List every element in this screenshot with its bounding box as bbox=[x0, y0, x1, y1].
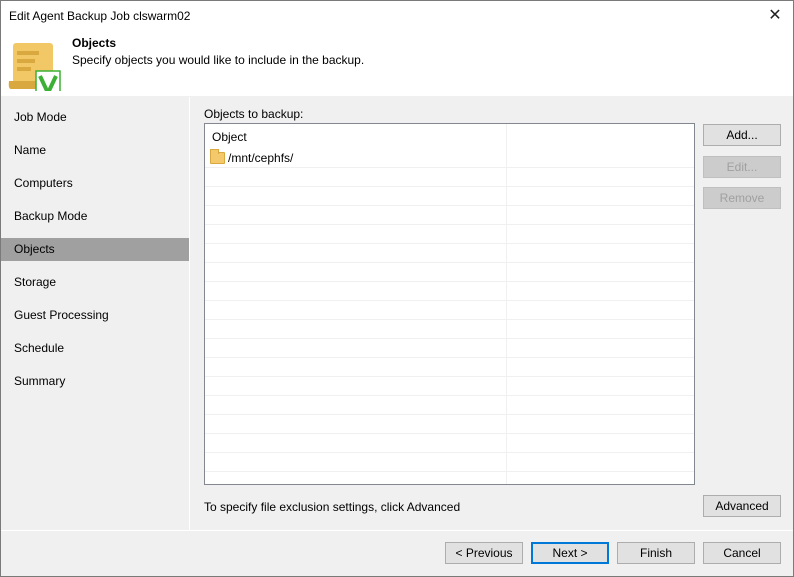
window-title: Edit Agent Backup Job clswarm02 bbox=[9, 9, 191, 23]
row-gridline bbox=[205, 471, 694, 472]
close-icon[interactable]: ✕ bbox=[763, 4, 787, 28]
remove-button[interactable]: Remove bbox=[703, 187, 781, 209]
row-gridline bbox=[205, 205, 694, 206]
footer-divider bbox=[1, 530, 793, 531]
step-objects[interactable]: Objects bbox=[1, 238, 189, 261]
cancel-button[interactable]: Cancel bbox=[703, 542, 781, 564]
row-gridline bbox=[205, 414, 694, 415]
row-gridline bbox=[205, 262, 694, 263]
title-bar: Edit Agent Backup Job clswarm02 ✕ bbox=[1, 1, 793, 31]
row-gridline bbox=[205, 243, 694, 244]
wizard-steps: Job Mode Name Computers Backup Mode Obje… bbox=[1, 97, 190, 530]
list-item[interactable]: /mnt/cephfs/ bbox=[210, 149, 294, 165]
column-divider bbox=[506, 124, 507, 484]
objects-label: Objects to backup: bbox=[204, 107, 304, 121]
step-computers[interactable]: Computers bbox=[1, 172, 189, 195]
row-gridline bbox=[205, 338, 694, 339]
row-gridline bbox=[205, 376, 694, 377]
row-gridline bbox=[205, 224, 694, 225]
step-job-mode[interactable]: Job Mode bbox=[1, 106, 189, 129]
step-guest-processing[interactable]: Guest Processing bbox=[1, 304, 189, 327]
step-storage[interactable]: Storage bbox=[1, 271, 189, 294]
dialog-window: Edit Agent Backup Job clswarm02 ✕ Object… bbox=[0, 0, 794, 577]
previous-button[interactable]: < Previous bbox=[445, 542, 523, 564]
finish-button[interactable]: Finish bbox=[617, 542, 695, 564]
next-button[interactable]: Next > bbox=[531, 542, 609, 564]
wizard-header: Objects Specify objects you would like t… bbox=[1, 31, 793, 96]
page-title: Objects bbox=[72, 36, 117, 50]
row-gridline bbox=[205, 167, 694, 168]
page-subtitle: Specify objects you would like to includ… bbox=[72, 53, 365, 67]
object-path: /mnt/cephfs/ bbox=[228, 151, 294, 165]
folder-icon bbox=[210, 149, 225, 164]
row-gridline bbox=[205, 395, 694, 396]
step-name[interactable]: Name bbox=[1, 139, 189, 162]
row-gridline bbox=[205, 300, 694, 301]
edit-button[interactable]: Edit... bbox=[703, 156, 781, 178]
objects-list[interactable]: Object /mnt/cephfs/ bbox=[204, 123, 695, 485]
row-gridline bbox=[205, 281, 694, 282]
row-gridline bbox=[205, 186, 694, 187]
step-summary[interactable]: Summary bbox=[1, 370, 189, 393]
row-gridline bbox=[205, 357, 694, 358]
step-backup-mode[interactable]: Backup Mode bbox=[1, 205, 189, 228]
advanced-button[interactable]: Advanced bbox=[703, 495, 781, 517]
add-button[interactable]: Add... bbox=[703, 124, 781, 146]
step-schedule[interactable]: Schedule bbox=[1, 337, 189, 360]
row-gridline bbox=[205, 452, 694, 453]
row-gridline bbox=[205, 319, 694, 320]
exclusion-hint: To specify file exclusion settings, clic… bbox=[204, 500, 461, 514]
row-gridline bbox=[205, 433, 694, 434]
column-header-object[interactable]: Object bbox=[212, 130, 247, 144]
backup-job-logo-icon bbox=[8, 43, 61, 91]
